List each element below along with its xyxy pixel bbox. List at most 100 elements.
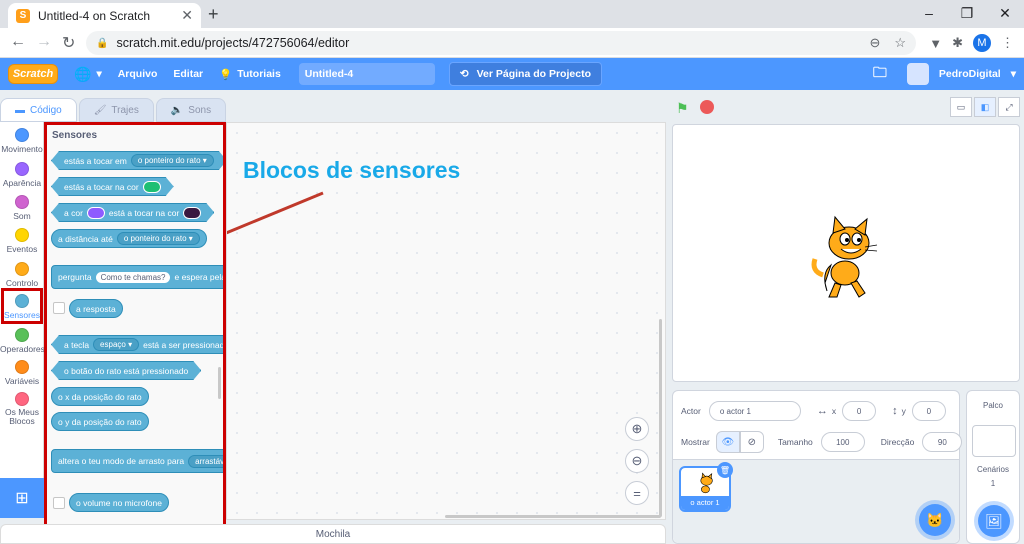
dropdown-value: arrastável bbox=[195, 456, 225, 466]
color-swatch[interactable] bbox=[183, 207, 201, 219]
extension-icon[interactable]: ▼ bbox=[929, 36, 942, 51]
stage-header: ⚑ ▭ ◧ ⤢ bbox=[672, 96, 1024, 122]
cat-thumbnail-icon bbox=[700, 472, 713, 494]
category-sound[interactable]: Som bbox=[0, 195, 44, 221]
choose-backdrop-button[interactable]: 🖼 bbox=[978, 505, 1010, 537]
category-operators[interactable]: Operadores bbox=[0, 328, 45, 354]
block-set-drag-mode[interactable]: altera o teu modo de arrasto para arrast… bbox=[51, 449, 225, 473]
user-avatar[interactable] bbox=[906, 63, 929, 85]
tab-code-label: Código bbox=[30, 104, 62, 116]
zoom-in-button[interactable]: ⊕ bbox=[625, 417, 649, 441]
stage-thumbnail[interactable] bbox=[972, 425, 1016, 457]
color-swatch[interactable] bbox=[87, 207, 105, 219]
category-looks[interactable]: Aparência bbox=[0, 162, 44, 188]
puzzle-icon[interactable]: ✱ bbox=[952, 35, 963, 51]
sprite-label: Actor bbox=[681, 406, 701, 416]
back-icon[interactable]: ← bbox=[10, 33, 26, 51]
direction-input[interactable]: 90 bbox=[922, 432, 963, 452]
hide-eye-icon[interactable]: ⊘ bbox=[739, 431, 764, 453]
address-bar[interactable]: 🔒 scratch.mit.edu/projects/472756064/edi… bbox=[86, 31, 916, 55]
script-horizontal-scrollbar[interactable] bbox=[445, 515, 661, 518]
block-color-touching-color[interactable]: a cor está a tocar na cor bbox=[51, 203, 214, 222]
block-mouse-y[interactable]: o y da posição do rato bbox=[51, 412, 149, 431]
browser-tab[interactable]: S Untitled-4 on Scratch ✕ bbox=[8, 3, 201, 28]
small-stage-icon[interactable]: ▭ bbox=[950, 97, 972, 117]
answer-checkbox[interactable] bbox=[53, 302, 65, 314]
reload-icon[interactable]: ↻ bbox=[62, 33, 75, 53]
size-input[interactable]: 100 bbox=[820, 432, 865, 452]
block-mouse-down[interactable]: o botão do rato está pressionado bbox=[51, 361, 201, 380]
category-control[interactable]: Controlo bbox=[0, 262, 44, 288]
tutorials-menu[interactable]: 💡 Tutoriais bbox=[219, 68, 281, 81]
category-my-blocks[interactable]: Os Meus Blocos bbox=[0, 392, 44, 426]
zoom-reset-icon: = bbox=[633, 485, 641, 501]
category-label: Variáveis bbox=[4, 376, 40, 386]
loudness-checkbox[interactable] bbox=[53, 497, 65, 509]
block-dropdown[interactable]: espaço ▾ bbox=[93, 338, 139, 351]
backpack-header[interactable]: Mochila bbox=[0, 524, 666, 544]
language-menu[interactable]: 🌐 ▾ bbox=[74, 66, 102, 83]
palette-scrollbar[interactable] bbox=[218, 367, 221, 399]
sprite-name-input[interactable]: o actor 1 bbox=[708, 401, 801, 421]
block-distance-to[interactable]: a distância até o ponteiro do rato ▾ bbox=[51, 229, 207, 248]
stage-canvas[interactable] bbox=[672, 124, 1020, 382]
category-label: Som bbox=[13, 211, 31, 221]
stop-icon[interactable] bbox=[700, 100, 714, 114]
y-input[interactable]: 0 bbox=[911, 401, 946, 421]
minimize-icon[interactable]: – bbox=[910, 0, 948, 28]
close-window-icon[interactable]: ✕ bbox=[986, 0, 1024, 28]
menu-kebab-icon[interactable]: ⋮ bbox=[1001, 35, 1014, 51]
tab-sounds[interactable]: 🔈 Sons bbox=[155, 98, 227, 122]
block-ask-and-wait[interactable]: pergunta Como te chamas? e espera pela r… bbox=[51, 265, 223, 289]
zoom-page-icon[interactable]: ⊖ bbox=[869, 35, 880, 51]
category-label: Movimento bbox=[1, 144, 43, 154]
block-dropdown[interactable]: arrastável ▾ bbox=[188, 454, 225, 468]
see-project-page-button[interactable]: ⟲ Ver Página do Projecto bbox=[448, 62, 602, 86]
show-eye-icon[interactable]: 👁 bbox=[715, 431, 740, 453]
block-key-pressed[interactable]: a tecla espaço ▾ está a ser pressionada bbox=[51, 335, 226, 354]
bookmark-star-icon[interactable]: ☆ bbox=[894, 35, 906, 51]
edit-menu[interactable]: Editar bbox=[173, 68, 203, 80]
block-text: o volume no microfone bbox=[76, 497, 162, 508]
category-motion[interactable]: Movimento bbox=[0, 128, 44, 154]
block-answer[interactable]: a resposta bbox=[69, 299, 123, 318]
project-title-input[interactable]: Untitled-4 bbox=[298, 63, 435, 85]
my-stuff-folder-icon[interactable]: 🗀 bbox=[873, 62, 887, 86]
color-swatch[interactable] bbox=[143, 181, 161, 193]
zoom-out-button[interactable]: ⊖ bbox=[625, 449, 649, 473]
block-text: a distância até bbox=[58, 233, 113, 244]
new-tab-icon[interactable]: + bbox=[208, 4, 219, 25]
block-dropdown[interactable]: o ponteiro do rato ▾ bbox=[116, 232, 200, 245]
category-variables[interactable]: Variáveis bbox=[0, 360, 44, 386]
scratch-logo[interactable]: Scratch bbox=[8, 64, 58, 84]
choose-sprite-button[interactable]: 🐱 bbox=[919, 504, 951, 536]
block-dropdown[interactable]: o ponteiro do rato ▾ bbox=[131, 154, 214, 167]
tab-code[interactable]: ▬ Código bbox=[0, 98, 77, 122]
block-input[interactable]: Como te chamas? bbox=[95, 271, 171, 283]
green-flag-icon[interactable]: ⚑ bbox=[676, 100, 689, 117]
tab-costumes[interactable]: 🖌 Trajes bbox=[78, 98, 154, 122]
fullscreen-icon[interactable]: ⤢ bbox=[998, 97, 1020, 117]
close-tab-icon[interactable]: ✕ bbox=[181, 7, 193, 24]
x-input[interactable]: 0 bbox=[842, 401, 877, 421]
account-caret-icon[interactable]: ▾ bbox=[1011, 68, 1016, 80]
block-touching-color[interactable]: estás a tocar na cor bbox=[51, 177, 174, 196]
delete-sprite-icon[interactable]: 🗑 bbox=[717, 462, 733, 478]
forward-icon[interactable]: → bbox=[36, 33, 52, 51]
category-events[interactable]: Eventos bbox=[0, 228, 44, 254]
username[interactable]: PedroDigital bbox=[939, 68, 1001, 80]
script-vertical-scrollbar[interactable] bbox=[659, 319, 662, 517]
block-mouse-x[interactable]: o x da posição do rato bbox=[51, 387, 149, 406]
cat-sprite-icon[interactable] bbox=[807, 213, 887, 303]
restore-icon[interactable]: ❐ bbox=[948, 0, 986, 28]
script-area[interactable]: Blocos de sensores ⊕ ⊖ = bbox=[226, 122, 666, 520]
profile-avatar[interactable]: M bbox=[973, 34, 991, 52]
dropdown-value: espaço bbox=[100, 340, 126, 349]
file-menu[interactable]: Arquivo bbox=[118, 68, 158, 80]
block-touching-object[interactable]: estás a tocar em o ponteiro do rato ▾ bbox=[51, 151, 226, 170]
stage-target-pane[interactable]: Palco Cenários 1 🖼 bbox=[966, 390, 1020, 544]
add-extension-button[interactable]: ⊞ bbox=[0, 478, 44, 518]
normal-stage-icon[interactable]: ◧ bbox=[974, 97, 996, 117]
block-loudness[interactable]: o volume no microfone bbox=[69, 493, 169, 512]
zoom-reset-button[interactable]: = bbox=[625, 481, 649, 505]
